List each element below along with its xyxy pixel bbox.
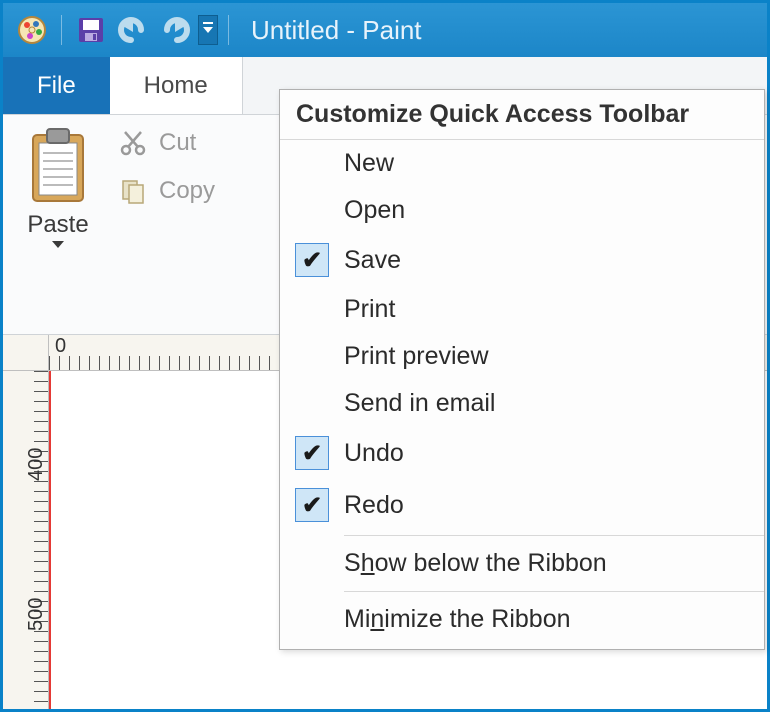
paste-button[interactable]: Paste xyxy=(13,125,103,294)
copy-button[interactable]: Copy xyxy=(117,175,215,207)
copy-label: Copy xyxy=(159,177,215,205)
tab-home[interactable]: Home xyxy=(110,57,243,114)
qat-menu-item-undo[interactable]: ✔ Undo xyxy=(280,427,764,479)
qat-menu-item-redo[interactable]: ✔ Redo xyxy=(280,479,764,531)
chevron-down-icon[interactable] xyxy=(52,241,64,248)
menu-item-label: Show below the Ribbon xyxy=(344,549,607,578)
menu-item-label: Send in email xyxy=(344,389,495,418)
menu-item-label: Redo xyxy=(344,491,404,520)
qat-customize-dropdown[interactable] xyxy=(198,15,218,45)
qat-menu-item-send-email[interactable]: Send in email xyxy=(280,380,764,427)
window-title: Untitled - Paint xyxy=(251,15,422,46)
qat-menu-item-open[interactable]: Open xyxy=(280,187,764,234)
undo-icon[interactable] xyxy=(114,11,152,49)
menu-item-label: Minimize the Ribbon xyxy=(344,605,571,634)
menu-item-label: Open xyxy=(344,196,405,225)
copy-icon xyxy=(117,175,149,207)
ruler-label: 500 xyxy=(25,598,48,631)
menu-item-label: Undo xyxy=(344,439,404,468)
cut-label: Cut xyxy=(159,129,196,157)
check-icon: ✔ xyxy=(295,243,329,277)
qat-menu-item-show-below[interactable]: Show below the Ribbon xyxy=(280,540,764,587)
tab-file[interactable]: File xyxy=(3,57,110,114)
qat-menu-item-save[interactable]: ✔ Save xyxy=(280,234,764,286)
menu-separator xyxy=(344,591,764,592)
ruler-label: 0 xyxy=(55,335,66,358)
menu-item-label: New xyxy=(344,149,394,178)
scissors-icon xyxy=(117,127,149,159)
check-icon: ✔ xyxy=(295,488,329,522)
qat-menu-item-print[interactable]: Print xyxy=(280,286,764,333)
qat-menu-item-minimize-ribbon[interactable]: Minimize the Ribbon xyxy=(280,596,764,643)
menu-item-label: Save xyxy=(344,246,401,275)
menu-item-label: Print xyxy=(344,295,395,324)
menu-item-label: Print preview xyxy=(344,342,489,371)
ruler-corner xyxy=(3,335,49,371)
clipboard-icon xyxy=(27,127,89,205)
paste-label: Paste xyxy=(27,211,88,239)
redo-icon[interactable] xyxy=(156,11,194,49)
qat-separator xyxy=(61,15,62,45)
qat-customize-menu: Customize Quick Access Toolbar New Open … xyxy=(279,89,765,650)
title-bar: Untitled - Paint xyxy=(3,3,767,57)
save-icon[interactable] xyxy=(72,11,110,49)
qat-menu-item-new[interactable]: New xyxy=(280,140,764,187)
menu-separator xyxy=(344,535,764,536)
cut-button[interactable]: Cut xyxy=(117,127,215,159)
quick-access-toolbar xyxy=(13,11,235,49)
paint-app-icon[interactable] xyxy=(13,11,51,49)
qat-menu-title: Customize Quick Access Toolbar xyxy=(280,90,764,140)
qat-menu-item-print-preview[interactable]: Print preview xyxy=(280,333,764,380)
ruler-label: 400 xyxy=(25,448,48,481)
vertical-ruler: 400 500 xyxy=(3,371,49,709)
qat-separator xyxy=(228,15,229,45)
check-icon: ✔ xyxy=(295,436,329,470)
